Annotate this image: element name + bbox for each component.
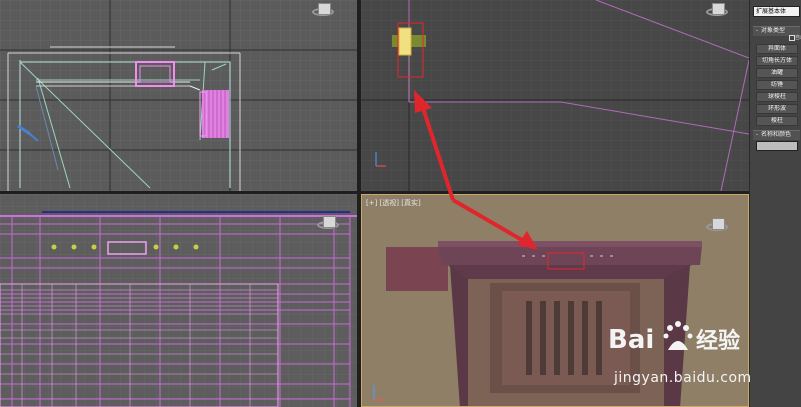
autogrid-label: 自动栅格 — [795, 35, 801, 41]
rollout-title: 名称和颜色 — [761, 131, 792, 138]
rollout-title: 对象类型 — [761, 27, 786, 34]
arrow-up-head — [414, 90, 432, 113]
watermark-url: jingyan.baidu.com — [614, 370, 752, 386]
oil-tank-button[interactable]: 油罐 — [756, 68, 798, 78]
category-dropdown[interactable]: 扩展基本体 — [753, 6, 800, 17]
arrow-down-shaft — [451, 198, 524, 242]
ringwave-button[interactable]: 环形波 — [756, 104, 798, 114]
prism-button[interactable]: 棱柱 — [756, 116, 798, 126]
rollout-collapse-icon: - — [755, 131, 759, 138]
object-name-input[interactable] — [756, 141, 798, 151]
gengon-button[interactable]: 球棱柱 — [756, 92, 798, 102]
arrow-up-shaft — [421, 107, 455, 201]
svg-text:Bai: Bai — [608, 325, 654, 355]
svg-text:经验: 经验 — [696, 328, 740, 354]
rollout-collapse-icon: - — [755, 27, 759, 34]
spindle-button[interactable]: 纺锤 — [756, 80, 798, 90]
name-color-rollout[interactable]: - 名称和颜色 — [753, 130, 800, 140]
baidu-jingyan-logo: Bai 经验 — [608, 321, 740, 355]
hedra-button[interactable]: 异面体 — [756, 44, 798, 54]
chamfer-box-button[interactable]: 切角长方体 — [756, 56, 798, 66]
